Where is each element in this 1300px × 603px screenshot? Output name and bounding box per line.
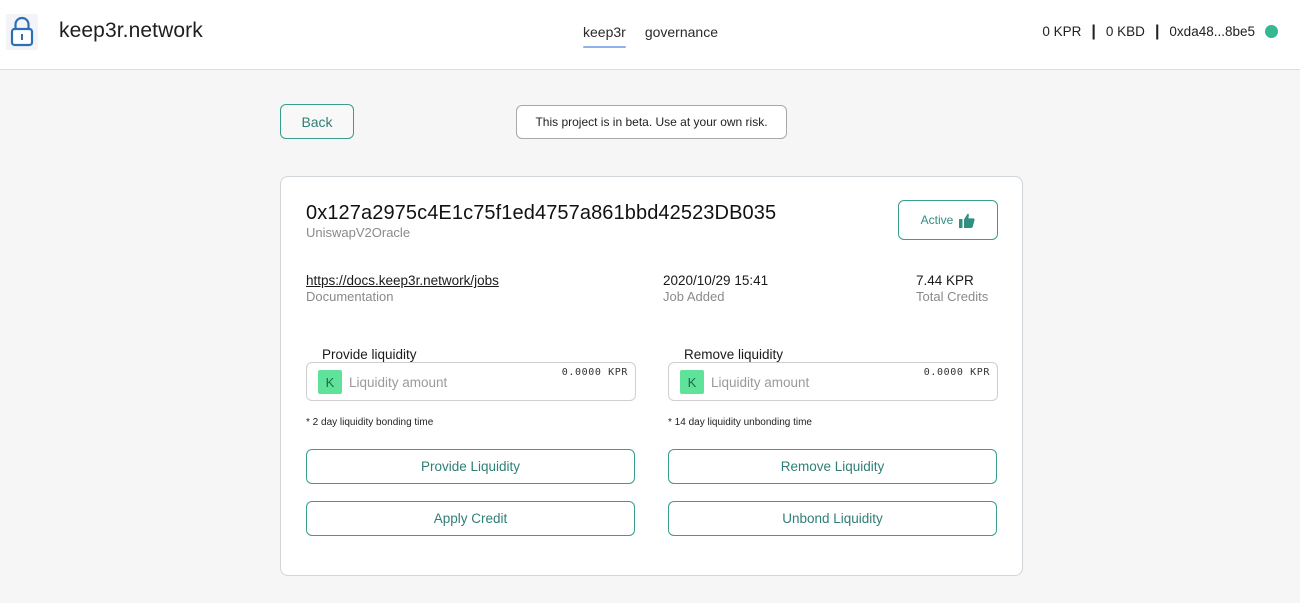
kbd-balance: 0 KBD	[1105, 24, 1145, 39]
main-nav: keep3r governance	[583, 24, 718, 48]
remove-liquidity-title: Remove liquidity	[684, 347, 784, 362]
back-button[interactable]: Back	[280, 104, 354, 139]
total-credits-value: 7.44 KPR	[916, 273, 974, 288]
divider: |	[1154, 22, 1160, 40]
kpr-balance: 0 KPR	[1042, 24, 1082, 39]
status-label: Active	[920, 213, 954, 227]
job-card: 0x127a2975c4E1c75f1ed4757a861bbd42523DB0…	[280, 176, 1023, 576]
brand-title[interactable]: keep3r.network	[59, 19, 203, 43]
thumbs-up-icon	[959, 213, 975, 228]
total-credits-label: Total Credits	[916, 289, 989, 304]
connection-status-dot	[1265, 25, 1278, 38]
job-status-button[interactable]: Active	[898, 200, 998, 240]
nav-tab-keep3r[interactable]: keep3r	[583, 24, 626, 48]
provide-balance[interactable]: 0.0000 KPR	[562, 367, 628, 378]
job-name: UniswapV2Oracle	[306, 225, 411, 240]
unbonding-time-note: * 14 day liquidity unbonding time	[668, 417, 812, 428]
provide-liquidity-field: K 0.0000 KPR	[306, 362, 636, 401]
wallet-status: 0 KPR | 0 KBD | 0xda48...8be5	[1042, 22, 1278, 40]
divider: |	[1091, 22, 1096, 40]
kpr-token-icon: K	[680, 370, 704, 394]
apply-credit-button[interactable]: Apply Credit	[306, 501, 635, 536]
unbond-liquidity-button[interactable]: Unbond Liquidity	[668, 501, 997, 536]
job-added-label: Job Added	[663, 289, 725, 304]
provide-liquidity-button[interactable]: Provide Liquidity	[306, 449, 635, 484]
provide-liquidity-input[interactable]	[349, 371, 549, 393]
top-header: keep3r.network keep3r governance 0 KPR |…	[0, 0, 1300, 70]
kpr-token-icon: K	[318, 370, 342, 394]
provide-liquidity-title: Provide liquidity	[322, 347, 417, 362]
remove-balance[interactable]: 0.0000 KPR	[924, 367, 990, 378]
job-added-value: 2020/10/29 15:41	[663, 273, 769, 288]
bonding-time-note: * 2 day liquidity bonding time	[306, 417, 434, 428]
remove-liquidity-input[interactable]	[711, 371, 911, 393]
documentation-link[interactable]: https://docs.keep3r.network/jobs	[306, 273, 499, 288]
lock-icon[interactable]	[6, 14, 38, 50]
remove-liquidity-button[interactable]: Remove Liquidity	[668, 449, 997, 484]
remove-liquidity-field: K 0.0000 KPR	[668, 362, 998, 401]
documentation-label: Documentation	[306, 289, 394, 304]
wallet-address[interactable]: 0xda48...8be5	[1169, 24, 1255, 39]
job-address: 0x127a2975c4E1c75f1ed4757a861bbd42523DB0…	[306, 202, 777, 224]
beta-notice: This project is in beta. Use at your own…	[516, 105, 787, 139]
nav-tab-governance[interactable]: governance	[645, 24, 718, 46]
